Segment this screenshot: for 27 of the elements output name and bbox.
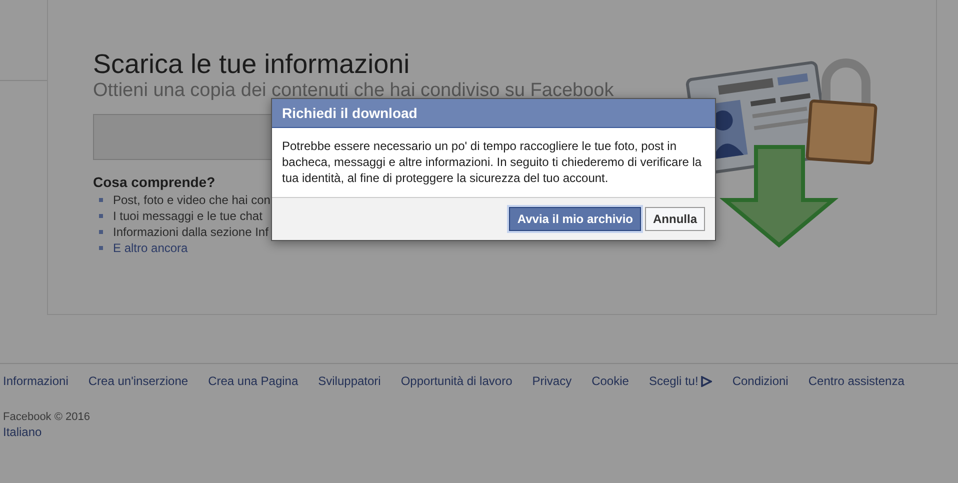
list-item: Informazioni dalla sezione Inf	[113, 224, 268, 240]
footer-link[interactable]: Sviluppatori	[318, 374, 381, 388]
footer-link[interactable]: Crea una Pagina	[208, 374, 298, 388]
footer-link[interactable]: Centro assistenza	[808, 374, 904, 388]
list-item: Post, foto e video che hai con	[113, 192, 270, 208]
footer-link[interactable]: Privacy	[532, 374, 572, 388]
footer-link[interactable]: Condizioni	[732, 374, 788, 388]
list-item: I tuoi messaggi e le tue chat	[113, 208, 262, 224]
start-archive-button[interactable]: Avvia il mio archivio	[509, 207, 641, 231]
bullet-icon	[99, 230, 103, 234]
page-title: Scarica le tue informazioni	[93, 48, 411, 80]
page-subtitle: Ottieni una copia dei contenuti che hai condiviso su Facebook	[93, 80, 614, 102]
more-link[interactable]: E altro ancora	[113, 240, 188, 256]
copyright: Facebook © 2016	[3, 411, 91, 423]
footer-link[interactable]: Informazioni	[3, 374, 68, 388]
footer-link[interactable]: Crea un'inserzione	[88, 374, 188, 388]
footer-link[interactable]: Scegli tu!	[648, 374, 712, 388]
section-heading: Cosa comprende?	[93, 174, 216, 190]
language-link[interactable]: Italiano	[3, 425, 958, 439]
footer-link[interactable]: Opportunità di lavoro	[400, 374, 512, 388]
bullet-icon	[99, 198, 103, 202]
bullet-icon	[99, 246, 103, 250]
dialog-message: Potrebbe essere necessario un po' di tempo raccogliere le tue foto, post in bacheca, messaggi e altre informazioni. In seguito ti chiederemo di verificare la tua identità, al fine di proteggere la sicurezza del tuo account.	[281, 138, 703, 187]
footer-link[interactable]: Cookie	[592, 374, 629, 388]
bullet-icon	[99, 214, 103, 218]
cancel-button[interactable]: Annulla	[645, 207, 705, 231]
dialog-title: Richiedi il download	[272, 99, 715, 128]
